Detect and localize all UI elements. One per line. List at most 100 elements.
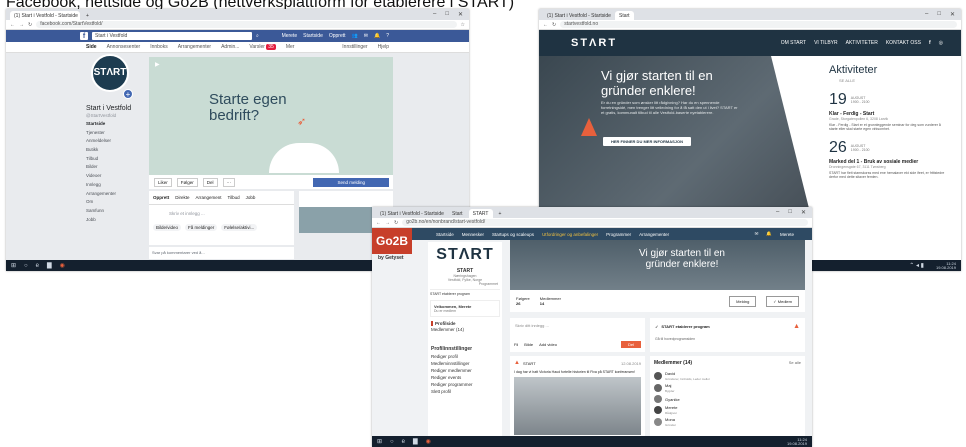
page-profile-picture[interactable]: STΛRT <box>91 54 129 92</box>
hero-info-button[interactable]: HER FINNER DU MER INFORMASJON <box>603 137 692 146</box>
composer-job[interactable]: Jobb <box>246 195 256 200</box>
reload-icon[interactable]: ↻ <box>394 220 398 226</box>
back-icon[interactable]: ← <box>10 22 15 28</box>
member-button[interactable]: ✓ Medlem <box>766 295 799 307</box>
fb-nav-home[interactable]: Startside <box>303 33 323 39</box>
notifications-icon[interactable]: 🔔 <box>766 231 772 237</box>
image-button[interactable]: Bilde <box>524 342 533 347</box>
more-button[interactable]: ··· <box>222 177 236 187</box>
fb-browser-tab[interactable]: (1) Start i Vestfold - Startside <box>376 209 446 218</box>
maximize-icon[interactable]: □ <box>937 11 941 18</box>
program-card-title[interactable]: START etablerer program <box>661 324 709 329</box>
composer-event[interactable]: Arrangement <box>196 195 222 200</box>
nav-utfordringer[interactable]: Utfordringer og anbefalinger <box>542 232 598 237</box>
member-item[interactable]: Maj Bygder <box>650 382 805 394</box>
instagram-icon[interactable]: ◎ <box>939 40 943 46</box>
tab-admin[interactable]: Admin... <box>221 44 239 50</box>
side-item[interactable]: Videoer <box>86 173 126 182</box>
fb-browser-tab[interactable]: (1) Start i Vestfold - Startside <box>10 11 80 20</box>
minimize-icon[interactable]: – <box>925 11 928 18</box>
messages-icon[interactable]: ✉ <box>755 231 759 237</box>
share-post-button[interactable]: Del <box>620 341 641 348</box>
new-tab-button[interactable]: + <box>82 11 93 20</box>
settings-item[interactable]: Rediger programmer <box>431 382 499 387</box>
chrome-icon[interactable]: ◉ <box>60 262 65 269</box>
close-icon[interactable]: ✕ <box>458 11 463 18</box>
start-logo[interactable]: STΛRT <box>571 37 617 49</box>
side-item[interactable]: Arrangementer <box>86 191 126 200</box>
nav-mennesker[interactable]: Mennesker <box>462 232 484 237</box>
see-program-link[interactable]: Gå til hovedprogramsiden <box>650 335 805 343</box>
nav-programmer[interactable]: Programmer <box>606 232 631 237</box>
side-item[interactable]: Innlegg <box>86 182 126 191</box>
composer-offer[interactable]: Tilbud <box>228 195 240 200</box>
forward-icon[interactable]: → <box>385 220 390 226</box>
nav-aktiviteter[interactable]: AKTIVITETER <box>846 40 878 46</box>
tab-innstillinger[interactable]: Innstillinger <box>342 44 367 50</box>
friends-icon[interactable]: 👥 <box>352 33 358 39</box>
side-item[interactable]: Om <box>86 199 126 208</box>
start-browser-tab[interactable]: Start <box>615 11 634 20</box>
search-icon[interactable]: ○ <box>390 439 394 445</box>
composer-live[interactable]: Direkte <box>175 195 189 200</box>
minimize-icon[interactable]: – <box>776 209 779 216</box>
stat-item[interactable]: Følgere 26 <box>516 296 530 306</box>
go2b-logo[interactable]: Go2B <box>372 228 412 254</box>
go2b-url-field[interactable]: go2b.no/en/nonbrand/start-vestfold/ <box>402 219 808 226</box>
folder-icon[interactable]: ▇ <box>47 262 52 269</box>
messenger-icon[interactable]: ✉ <box>364 33 368 39</box>
file-button[interactable]: Fil <box>514 342 518 347</box>
share-button[interactable]: Del <box>202 177 218 187</box>
chip-messages[interactable]: Få meldinger <box>185 224 218 231</box>
folder-icon[interactable]: ▇ <box>413 438 418 445</box>
send-message-button[interactable]: Send melding <box>313 177 389 187</box>
nav-vi-tilbyr[interactable]: VI TILBYR <box>814 40 838 46</box>
see-all-link[interactable]: SE ALLE <box>839 78 949 83</box>
fb-url-field[interactable]: facebook.com/StartVestfold/ <box>36 21 457 28</box>
side-item[interactable]: Bilder <box>86 164 126 173</box>
facebook-icon[interactable]: f <box>929 40 931 46</box>
search-icon[interactable]: ○ <box>24 263 28 269</box>
side-item[interactable]: Samfunn <box>86 208 126 217</box>
facebook-logo-icon[interactable]: f <box>80 32 88 40</box>
maximize-icon[interactable]: □ <box>445 11 449 18</box>
tab-innboks[interactable]: Innboks <box>150 44 168 50</box>
fb-nav-create[interactable]: Opprett <box>329 33 346 39</box>
fb-search-input[interactable]: Start i Vestfold <box>92 32 252 40</box>
settings-item[interactable]: Rediger profil <box>431 354 499 359</box>
maximize-icon[interactable]: □ <box>788 209 792 216</box>
composer-create[interactable]: Opprett <box>153 195 169 200</box>
fb-browser-tab[interactable]: (1) Start i Vestfold - Startside <box>543 11 613 20</box>
program-label[interactable]: START etablerer program <box>430 289 500 296</box>
star-icon[interactable]: ☆ <box>461 22 465 28</box>
go2b-browser-tab[interactable]: START <box>468 209 493 218</box>
forward-icon[interactable]: → <box>19 22 24 28</box>
settings-item[interactable]: Rediger events <box>431 375 499 380</box>
edge-icon[interactable]: e <box>402 439 405 445</box>
edge-icon[interactable]: e <box>36 263 39 269</box>
tab-hjelp[interactable]: Hjelp <box>378 44 469 50</box>
write-post-input[interactable]: Skriv et innlegg ... <box>149 205 294 222</box>
back-icon[interactable]: ← <box>376 220 381 226</box>
close-icon[interactable]: ✕ <box>801 209 806 216</box>
tab-mer[interactable]: Mer <box>286 44 295 50</box>
like-button[interactable]: Liker <box>154 177 172 187</box>
side-item[interactable]: Tilbud <box>86 156 126 165</box>
stat-item[interactable]: Medlemmer 14 <box>540 296 561 306</box>
chip-photo[interactable]: Bilde/video <box>153 224 182 231</box>
side-item[interactable]: Tjenester <box>86 130 126 139</box>
tab-side[interactable]: Side <box>86 44 97 50</box>
tab-annonsesenter[interactable]: Annonsesenter <box>107 44 141 50</box>
event-item[interactable]: 19 AUGUST 1900 - 2100 Klar - Ferdig - Star… <box>829 91 949 131</box>
minimize-icon[interactable]: – <box>433 11 436 18</box>
link-profilside[interactable]: Profilside <box>431 321 499 326</box>
member-item[interactable]: Mona Gründer <box>650 416 805 428</box>
video-button[interactable]: Add video <box>539 342 557 347</box>
close-icon[interactable]: ✕ <box>950 11 955 18</box>
side-item[interactable]: Startside <box>86 121 126 130</box>
event-item[interactable]: 26 AUGUST 1900 - 2100 Marked del 1 - Bruk … <box>829 139 949 179</box>
chip-feeling[interactable]: Følelse/aktivi... <box>221 224 258 231</box>
nav-om-start[interactable]: OM START <box>781 40 806 46</box>
reload-icon[interactable]: ↻ <box>552 22 556 28</box>
member-item[interactable]: David Gründerer, Innholds, Leder mellor <box>650 370 805 382</box>
